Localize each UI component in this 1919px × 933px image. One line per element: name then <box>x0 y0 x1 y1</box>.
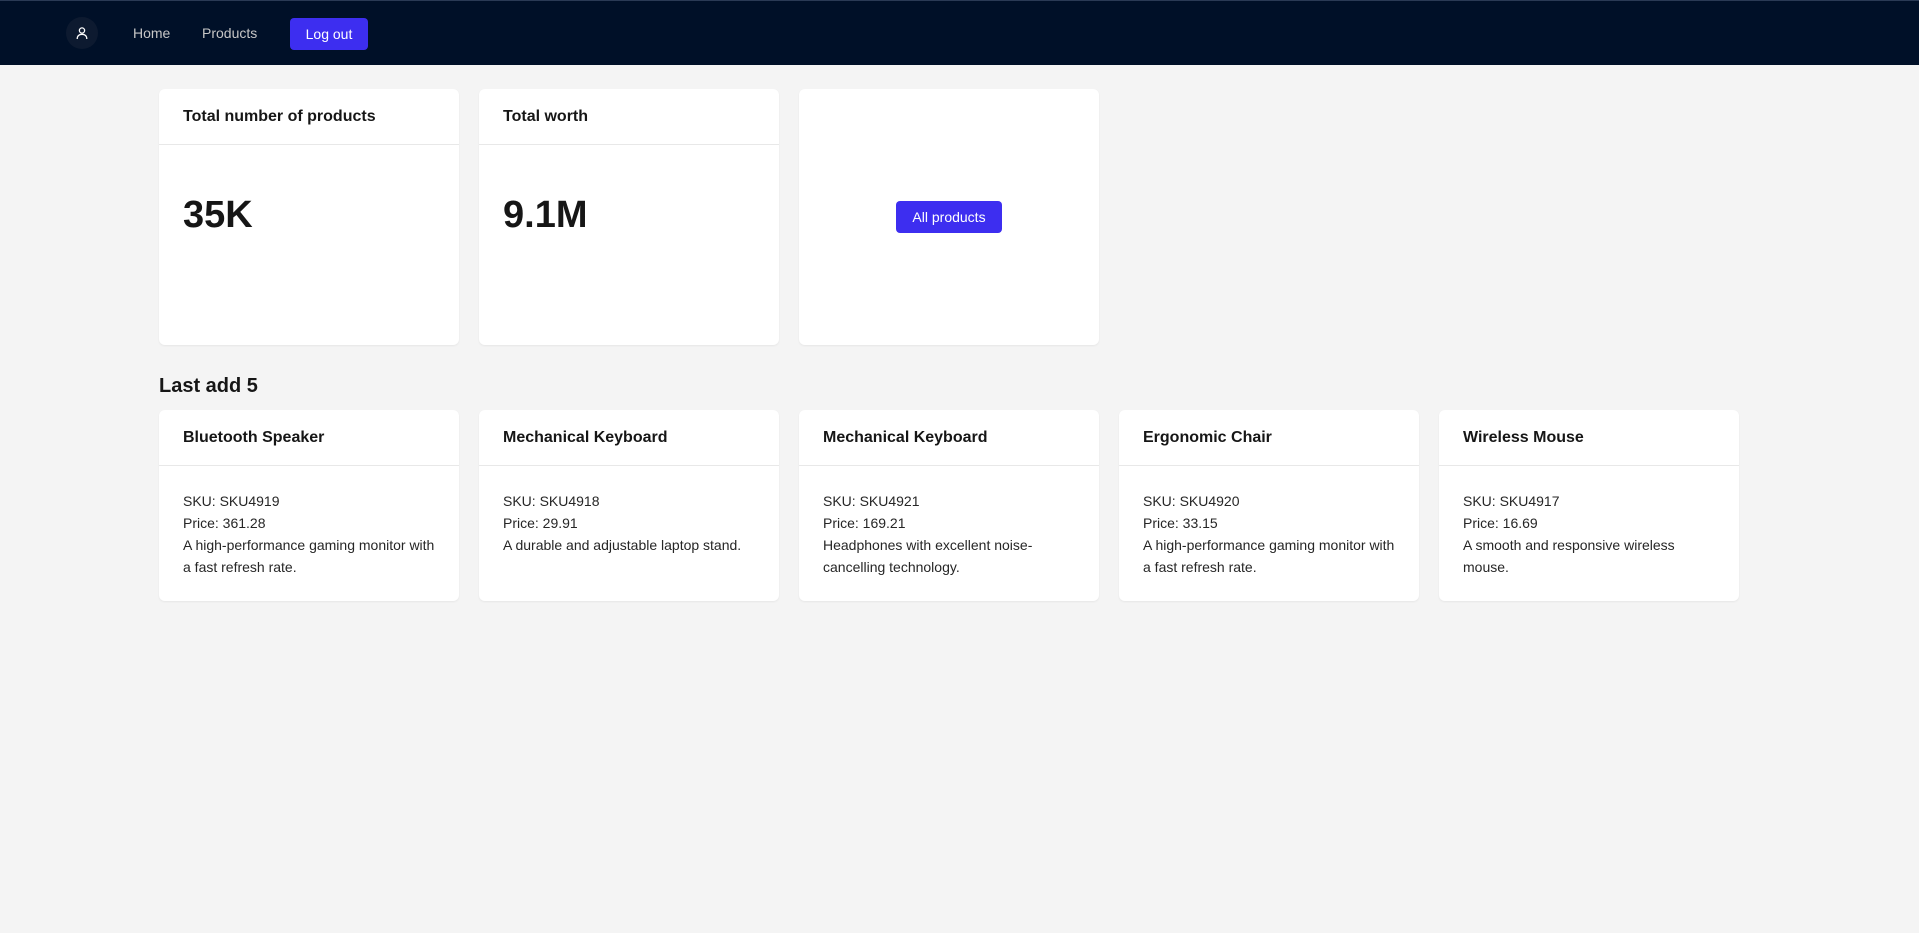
product-details: SKU: SKU4918 Price: 29.91 A durable and … <box>479 466 779 556</box>
product-name: Mechanical Keyboard <box>799 410 1099 466</box>
product-price: Price: 29.91 <box>503 515 578 531</box>
nav-home-link[interactable]: Home <box>133 24 170 42</box>
product-price: Price: 33.15 <box>1143 515 1218 531</box>
total-worth-label: Total worth <box>479 89 779 145</box>
product-card: Wireless Mouse SKU: SKU4917 Price: 16.69… <box>1439 410 1739 601</box>
product-sku: SKU: SKU4920 <box>1143 493 1240 509</box>
product-sku: SKU: SKU4918 <box>503 493 600 509</box>
product-price: Price: 361.28 <box>183 515 266 531</box>
product-card: Ergonomic Chair SKU: SKU4920 Price: 33.1… <box>1119 410 1419 601</box>
product-name: Wireless Mouse <box>1439 410 1739 466</box>
product-details: SKU: SKU4921 Price: 169.21 Headphones wi… <box>799 466 1099 578</box>
product-sku: SKU: SKU4919 <box>183 493 280 509</box>
product-details: SKU: SKU4919 Price: 361.28 A high-perfor… <box>159 466 459 578</box>
product-card: Mechanical Keyboard SKU: SKU4921 Price: … <box>799 410 1099 601</box>
product-details: SKU: SKU4920 Price: 33.15 A high-perform… <box>1119 466 1419 578</box>
product-name: Ergonomic Chair <box>1119 410 1419 466</box>
total-worth-value: 9.1M <box>503 194 588 236</box>
user-avatar[interactable] <box>66 17 98 49</box>
total-products-label: Total number of products <box>159 89 459 145</box>
nav-products-link[interactable]: Products <box>202 24 257 42</box>
product-details: SKU: SKU4917 Price: 16.69 A smooth and r… <box>1439 466 1739 578</box>
product-description: A high-performance gaming monitor with a… <box>1143 537 1395 575</box>
product-card: Bluetooth Speaker SKU: SKU4919 Price: 36… <box>159 410 459 601</box>
product-description: A smooth and responsive wireless mouse. <box>1463 537 1675 575</box>
product-description: A durable and adjustable laptop stand. <box>503 537 742 553</box>
all-products-button[interactable]: All products <box>896 201 1002 233</box>
all-products-card: All products <box>799 89 1099 345</box>
user-icon <box>76 27 88 40</box>
logout-button[interactable]: Log out <box>290 18 368 50</box>
product-price: Price: 169.21 <box>823 515 906 531</box>
product-description: A high-performance gaming monitor with a… <box>183 537 435 575</box>
product-sku: SKU: SKU4921 <box>823 493 920 509</box>
section-title: Last add 5 <box>159 375 258 397</box>
top-navbar: Home Products Log out <box>0 0 1919 65</box>
product-price: Price: 16.69 <box>1463 515 1538 531</box>
product-name: Mechanical Keyboard <box>479 410 779 466</box>
total-products-card: Total number of products 35K <box>159 89 459 345</box>
product-description: Headphones with excellent noise-cancelli… <box>823 537 1033 575</box>
total-worth-card: Total worth 9.1M <box>479 89 779 345</box>
product-card: Mechanical Keyboard SKU: SKU4918 Price: … <box>479 410 779 601</box>
product-name: Bluetooth Speaker <box>159 410 459 466</box>
total-products-value: 35K <box>183 194 253 236</box>
product-sku: SKU: SKU4917 <box>1463 493 1560 509</box>
